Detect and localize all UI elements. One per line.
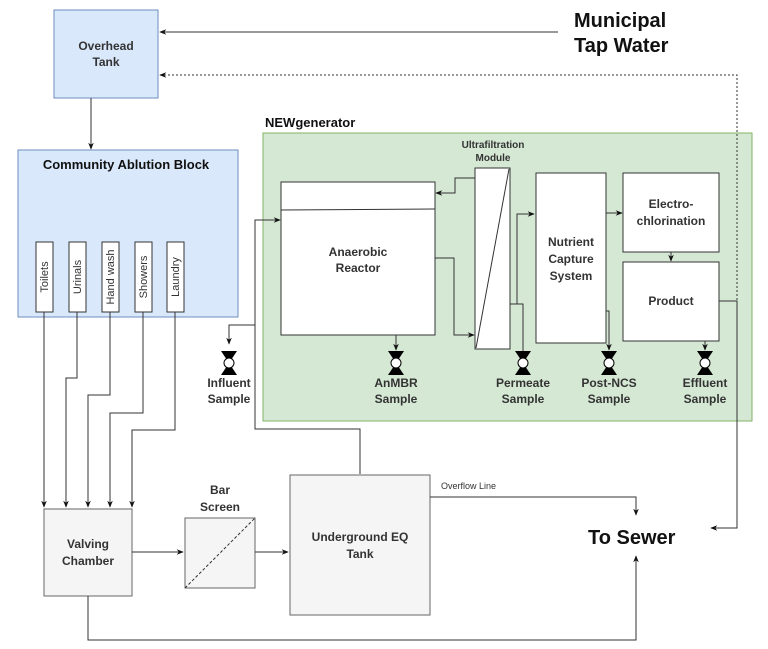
ncs-label-1: Nutrient [548, 235, 594, 249]
anaerobic-reactor[interactable]: Anaerobic Reactor [280, 181, 436, 336]
sample-label-1: Influent [207, 376, 250, 390]
process-diagram: NEWgenerator Overhead Tank Municipal Tap… [17, 9, 753, 641]
product[interactable]: Product [622, 261, 720, 342]
newgenerator-title: NEWgenerator [265, 115, 355, 130]
eq-label-1: Underground EQ [312, 530, 409, 544]
fixture-drain-line [129, 312, 176, 508]
fixture-drain-line [63, 312, 78, 508]
electro-label-1: Electro- [649, 197, 694, 211]
to-sewer-label: To Sewer [588, 527, 676, 549]
influent-sample-line [226, 324, 255, 345]
municipal-label-1: Municipal [574, 10, 666, 32]
bar-screen-label-2: Screen [200, 500, 240, 514]
fixture-label: Urinals [72, 259, 84, 294]
nutrient-capture-system[interactable]: Nutrient Capture System [535, 172, 607, 344]
fixture-showers[interactable]: Showers [134, 241, 153, 313]
fixture-urinals[interactable]: Urinals [68, 241, 87, 313]
underground-eq-tank[interactable]: Underground EQ Tank [289, 474, 431, 616]
valving-chamber[interactable]: Valving Chamber [43, 508, 133, 597]
overhead-tank-label-1: Overhead [78, 39, 133, 53]
overflow-line-label: Overflow Line [441, 481, 496, 491]
ablution-block-title: Community Ablution Block [43, 157, 210, 172]
fixture-drain-line [107, 312, 144, 508]
electro-label-2: chlorination [637, 214, 706, 228]
municipal-label-2: Tap Water [574, 35, 669, 57]
fixture-label: Toilets [39, 261, 51, 293]
ncs-label-3: System [550, 269, 593, 283]
electrochlorination[interactable]: Electro- chlorination [622, 172, 720, 253]
overhead-tank-label-2: Tank [92, 55, 119, 69]
eq-label-2: Tank [346, 547, 373, 561]
reactor-label-2: Reactor [336, 261, 381, 275]
sample-label-1: Post-NCS [581, 376, 636, 390]
sample-label-1: AnMBR [374, 376, 418, 390]
fixture-hand-wash[interactable]: Hand wash [101, 241, 120, 313]
sample-label-2: Sample [208, 392, 251, 406]
fixture-laundry[interactable]: Laundry [166, 241, 185, 313]
bar-screen-label-1: Bar [210, 483, 230, 497]
overflow-line [430, 496, 639, 516]
ncs-label-2: Capture [548, 252, 594, 266]
sample-point-influent[interactable]: Influent Sample [207, 351, 251, 406]
sample-label-2: Sample [375, 392, 418, 406]
fixture-label: Hand wash [105, 249, 117, 304]
overhead-tank[interactable]: Overhead Tank [53, 9, 159, 99]
uf-label-1: Ultrafiltration [462, 140, 525, 151]
fixture-label: Laundry [170, 257, 182, 297]
valving-label-1: Valving [67, 537, 109, 551]
sample-label-1: Permeate [496, 376, 550, 390]
sample-label-1: Effluent [683, 376, 728, 390]
uf-label-2: Module [476, 153, 511, 164]
fixture-drain-line [85, 312, 111, 508]
sample-label-2: Sample [684, 392, 727, 406]
fixture-label: Showers [138, 255, 150, 298]
valving-label-2: Chamber [62, 554, 114, 568]
sample-label-2: Sample [588, 392, 631, 406]
fixture-toilets[interactable]: Toilets [35, 241, 54, 313]
reactor-label-1: Anaerobic [329, 245, 388, 259]
product-label: Product [648, 294, 693, 308]
sample-label-2: Sample [502, 392, 545, 406]
bar-screen[interactable]: Bar Screen [184, 483, 256, 589]
